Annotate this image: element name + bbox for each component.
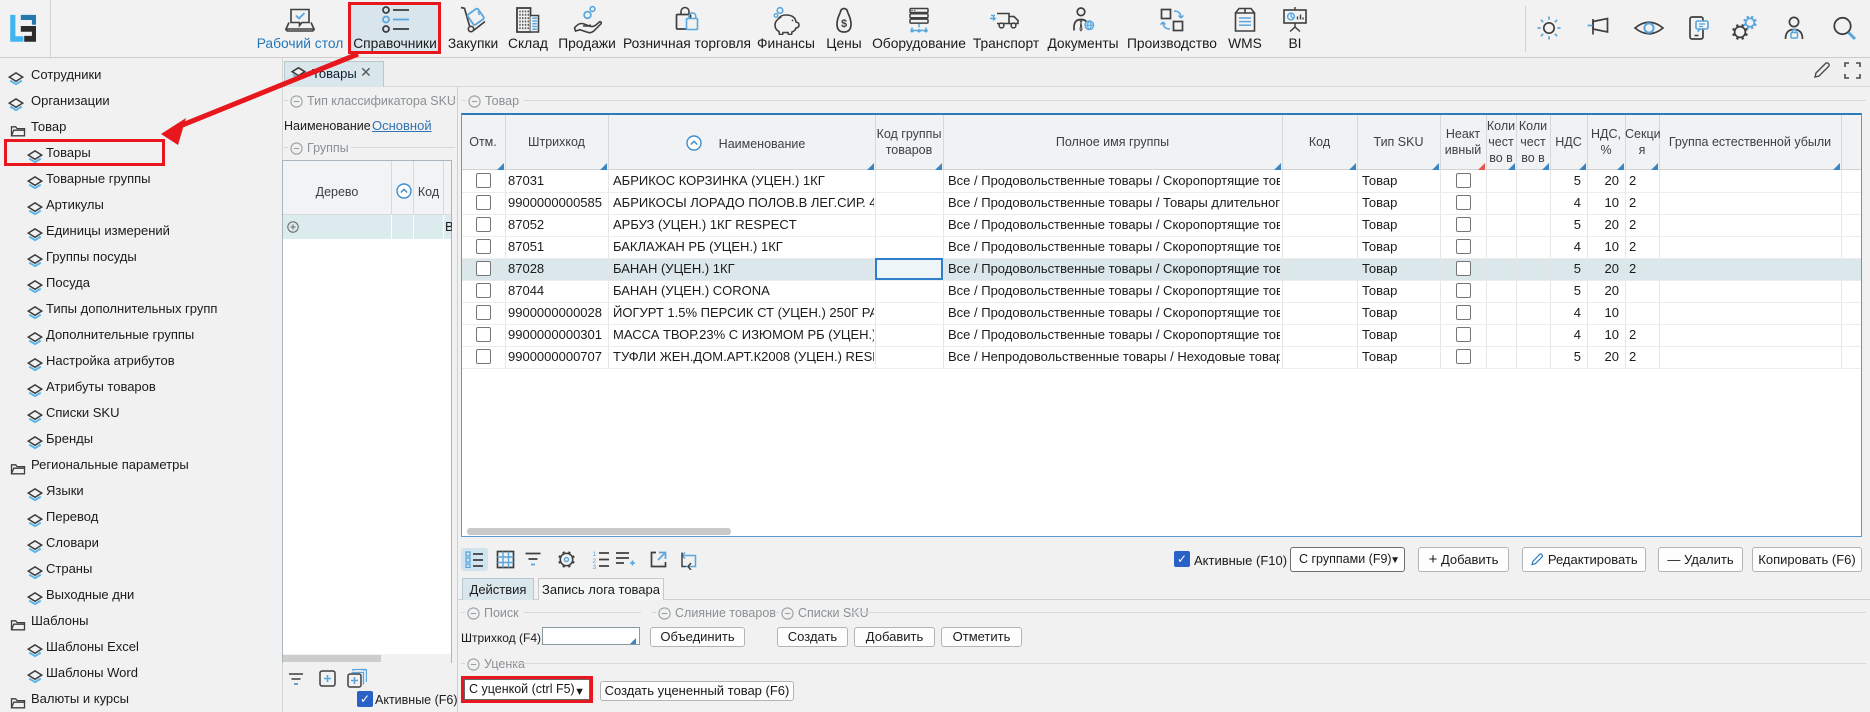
- svg-text:1: 1: [593, 551, 597, 558]
- svg-text:3: 3: [593, 564, 597, 569]
